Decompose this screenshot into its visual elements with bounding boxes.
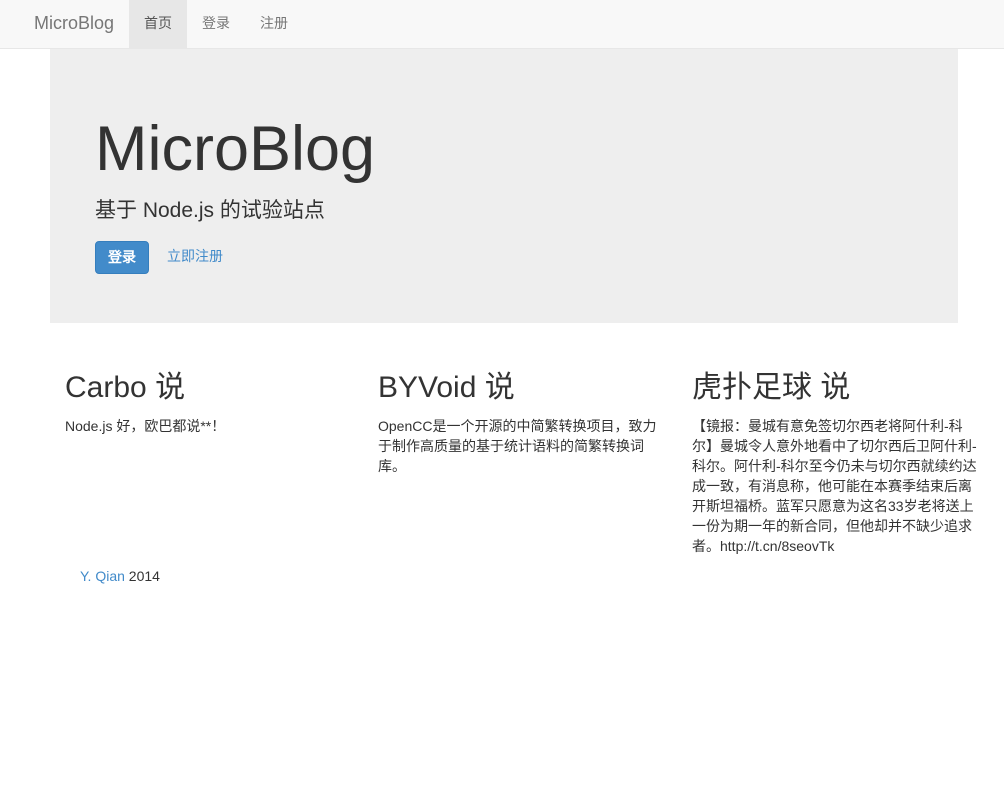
post-says: 说 [820, 371, 851, 404]
post-card: 虎扑足球 说 【镜报：曼城有意免签切尔西老将阿什利-科尔】曼城令人意外地看中了切… [692, 368, 977, 556]
post-says: 说 [155, 371, 186, 404]
post-card: BYVoid 说 OpenCC是一个开源的中简繁转换项目，致力于制作高质量的基于… [378, 368, 663, 476]
login-button[interactable]: 登录 [95, 241, 149, 274]
top-navbar: MicroBlog 首页 登录 注册 [0, 0, 1004, 49]
post-author: BYVoid [378, 371, 477, 404]
post-content: 【镜报：曼城有意免签切尔西老将阿什利-科尔】曼城令人意外地看中了切尔西后卫阿什利… [692, 418, 977, 554]
hero-title: MicroBlog [95, 114, 376, 184]
jumbotron: MicroBlog 基于 Node.js 的试验站点 登录 立即注册 [50, 49, 958, 323]
post-says: 说 [484, 371, 515, 404]
footer: Y. Qian 2014 [80, 566, 160, 586]
post-card: Carbo 说 Node.js 好，欧巴都说**！ [65, 368, 350, 436]
nav-register[interactable]: 注册 [245, 0, 303, 48]
nav-home[interactable]: 首页 [129, 0, 187, 48]
hero-subtitle: 基于 Node.js 的试验站点 [95, 199, 325, 222]
post-heading: BYVoid 说 [378, 368, 663, 408]
post-content: OpenCC是一个开源的中简繁转换项目，致力于制作高质量的基于统计语料的简繁转换… [378, 418, 657, 474]
post-heading: 虎扑足球 说 [692, 368, 977, 408]
nav-login[interactable]: 登录 [187, 0, 245, 48]
post-heading: Carbo 说 [65, 368, 350, 408]
footer-author-link[interactable]: Y. Qian [80, 568, 125, 584]
register-link[interactable]: 立即注册 [167, 241, 223, 274]
post-author: 虎扑足球 [692, 371, 812, 404]
footer-year: 2014 [128, 568, 160, 584]
post-content: Node.js 好，欧巴都说**！ [65, 418, 226, 434]
brand-link[interactable]: MicroBlog [34, 13, 114, 33]
post-author: Carbo [65, 371, 147, 404]
